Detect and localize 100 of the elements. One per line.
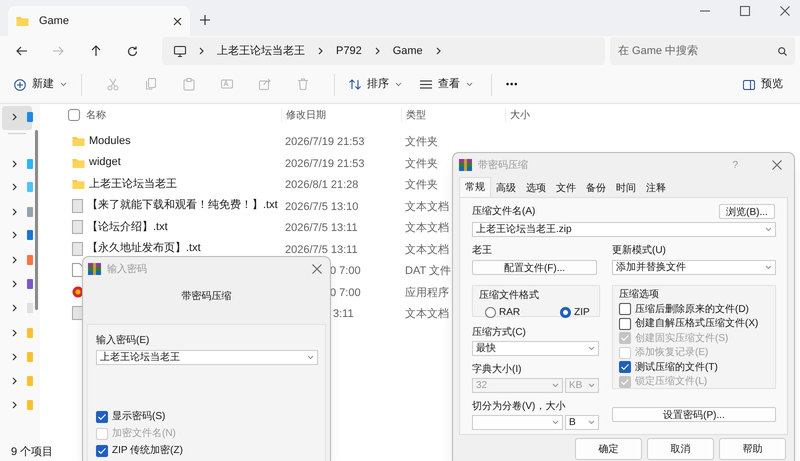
file-date: 2026/7/5 13:11 <box>285 244 358 256</box>
chevron-icon[interactable] <box>11 208 18 216</box>
search-icon <box>778 46 787 56</box>
checkmark-icon <box>98 414 106 420</box>
select-all-checkbox[interactable] <box>68 109 80 121</box>
chevron-icon[interactable] <box>11 113 18 121</box>
more-button[interactable]: ••• <box>506 78 518 92</box>
ok-button[interactable]: 确定 <box>575 438 642 460</box>
new-tab-icon[interactable] <box>200 15 210 25</box>
checkmark-icon <box>98 448 106 454</box>
breadcrumb-item[interactable]: Game <box>392 42 423 60</box>
file-type: 文件夹 <box>405 179 438 191</box>
tab[interactable]: 常规 <box>459 177 491 197</box>
dropdown[interactable]: 添加并替换文件 <box>612 260 776 275</box>
group-box: 压缩选项 压缩后删除原来的文件(D) 创建自解压格式压缩文件(X) 创建固实压缩文件(S) 添加恢复记录(E) 测试压缩的文件(T) 锁定压缩文件(L) <box>612 285 776 389</box>
dropdown[interactable]: 最快 <box>472 341 599 356</box>
radio-button[interactable] <box>485 307 496 318</box>
file-name[interactable]: 【论坛介绍】.txt <box>87 218 168 236</box>
checkbox-label: 添加恢复记录(E) <box>635 346 708 359</box>
file-name[interactable]: Modules <box>89 132 131 150</box>
tab[interactable]: 选项 <box>521 179 551 197</box>
checkbox[interactable] <box>619 318 631 330</box>
field-label: 输入密码(E) <box>96 334 150 348</box>
file-date: 2026/7/19 21:53 <box>285 136 365 148</box>
set-password-button[interactable]: 设置密码(P)... <box>612 407 776 422</box>
chevron-icon[interactable] <box>11 183 18 191</box>
nav-item-icon <box>27 207 33 217</box>
nav-item-icon <box>27 328 33 338</box>
breadcrumb-item[interactable]: P792 <box>336 42 362 60</box>
search-field[interactable]: 在 Game 中搜索 <box>610 37 795 65</box>
file-date: 2026/7/19 21:53 <box>285 158 365 170</box>
checkbox[interactable] <box>96 444 108 456</box>
chevron-icon[interactable] <box>11 256 18 264</box>
split-size-field[interactable] <box>472 415 563 430</box>
panel-icon <box>743 80 755 90</box>
checkbox[interactable] <box>96 410 108 422</box>
lines-icon <box>420 80 432 89</box>
chevron-icon[interactable] <box>11 377 18 385</box>
close-icon[interactable] <box>173 16 182 26</box>
file-type: 文本文档 <box>405 308 449 320</box>
browse-button[interactable]: 浏览(B)... <box>719 204 775 219</box>
profile-button[interactable]: 配置文件(F)... <box>472 260 597 275</box>
file-date: 2026/7/5 13:10 <box>285 200 358 212</box>
address-bar[interactable]: 上老王论坛当老王 P792 Game <box>162 37 605 65</box>
file-name[interactable]: 上老王论坛当老王 <box>89 176 177 192</box>
chevron-icon <box>317 47 324 55</box>
password-field[interactable]: 上老王论坛当老王 <box>96 350 318 365</box>
caret-icon <box>588 383 595 388</box>
column-header[interactable]: 类型 <box>406 108 426 122</box>
checkbox[interactable] <box>619 361 631 373</box>
scrollbar-thumb[interactable] <box>35 130 38 310</box>
close-icon[interactable] <box>780 6 790 16</box>
file-name[interactable]: 【永久地址发布页】.txt <box>87 240 201 257</box>
field-label: 压缩方式(C) <box>472 326 527 340</box>
breadcrumb-item[interactable]: 上老王论坛当老王 <box>217 42 305 60</box>
tab[interactable]: 时间 <box>611 179 641 197</box>
view-button[interactable]: 查看 <box>420 76 473 93</box>
column-header[interactable]: 名称 <box>86 108 106 122</box>
window-tab[interactable]: Game <box>8 6 190 36</box>
caret-icon <box>588 346 595 351</box>
nav-item-icon <box>27 230 33 240</box>
chevron-icon[interactable] <box>11 329 18 337</box>
dialog-title: 带密码压缩 <box>478 158 529 172</box>
tab[interactable]: 高级 <box>491 179 521 197</box>
file-name[interactable]: 【来了就能下载和观看！纯免费！】.txt <box>87 197 278 214</box>
nav-item-icon <box>27 255 33 265</box>
help-button[interactable]: 帮助 <box>719 438 786 460</box>
chevron-icon[interactable] <box>11 231 18 239</box>
archive-name-field[interactable]: 上老王论坛当老王.zip <box>472 222 776 237</box>
clipboard-icon[interactable] <box>183 78 195 91</box>
maximize-icon[interactable] <box>740 6 750 16</box>
tab[interactable]: 注释 <box>641 179 671 197</box>
tab[interactable]: 文件 <box>551 179 581 197</box>
dropdown[interactable]: B <box>565 415 599 430</box>
folder-icon <box>72 178 85 190</box>
back-icon[interactable] <box>16 46 28 56</box>
nav-item-icon <box>27 159 33 169</box>
folder-icon <box>72 135 85 147</box>
cancel-button[interactable]: 取消 <box>647 438 714 460</box>
column-header[interactable]: 大小 <box>510 108 530 122</box>
caret-icon <box>765 227 772 232</box>
preview-button[interactable]: 预览 <box>743 76 783 93</box>
refresh-icon[interactable] <box>127 46 138 56</box>
chevron-icon[interactable] <box>11 304 18 312</box>
tab[interactable]: 备份 <box>581 179 611 197</box>
search-placeholder: 在 Game 中搜索 <box>618 44 698 59</box>
checkbox[interactable] <box>619 303 631 315</box>
radio-button[interactable] <box>560 307 572 318</box>
chevron-icon <box>198 47 205 55</box>
chevron-icon[interactable] <box>11 160 18 168</box>
document-icon <box>72 198 83 212</box>
new-button[interactable]: 新建 <box>14 76 67 93</box>
chevron-icon[interactable] <box>11 353 18 361</box>
up-icon[interactable] <box>91 45 101 57</box>
column-header[interactable]: 修改日期 <box>286 108 326 122</box>
chevron-icon[interactable] <box>11 401 18 409</box>
chevron-icon[interactable] <box>11 280 18 288</box>
chevron-icon <box>434 47 442 55</box>
file-name[interactable]: widget <box>89 154 121 171</box>
sort-button[interactable]: 排序 <box>349 76 402 93</box>
